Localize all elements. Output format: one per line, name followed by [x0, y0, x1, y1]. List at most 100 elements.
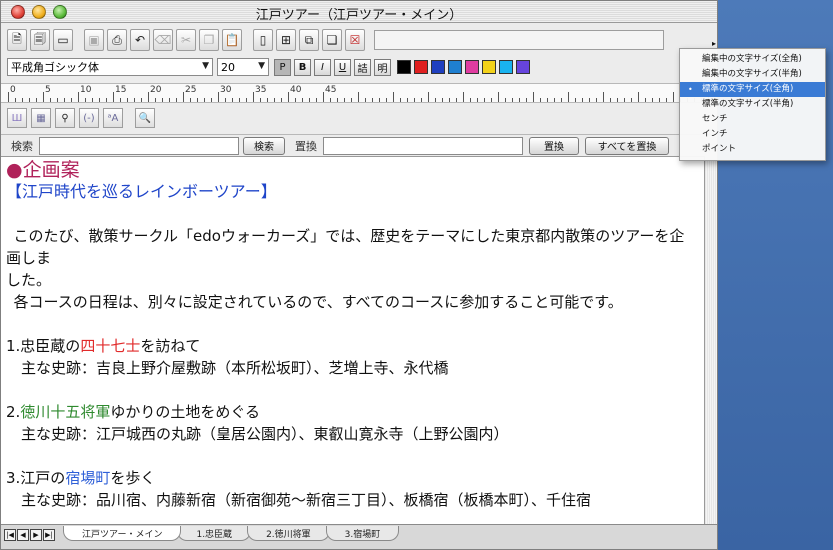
delete-page-icon[interactable]: ☒ — [345, 29, 365, 51]
ruler-tick — [267, 98, 268, 102]
first-page-icon[interactable]: |◀ — [4, 529, 16, 541]
replace-all-button[interactable]: すべてを置換 — [585, 136, 669, 155]
italic-button[interactable]: I — [314, 58, 331, 76]
insert-page-icon[interactable]: ⊞ — [276, 29, 296, 51]
ruler-tick — [456, 98, 457, 102]
ruler-tick — [477, 98, 478, 102]
search-input[interactable] — [39, 136, 239, 155]
font-size-select[interactable]: 20 ▼ — [217, 58, 269, 76]
ruler-tick — [92, 98, 93, 102]
title-bar[interactable]: 江戸ツアー（江戸ツアー・メイン） — [1, 1, 717, 23]
ruler-tick — [407, 98, 408, 102]
next-page-icon[interactable]: ▶ — [30, 529, 42, 541]
color-swatch-7[interactable] — [499, 60, 513, 74]
course-3-title: 3.江戸の宿場町を歩く — [6, 467, 699, 489]
blank-page-icon[interactable]: ▯ — [253, 29, 273, 51]
page-tab-3[interactable]: 2.徳川将軍 — [247, 526, 330, 541]
ruler-mark-label: 25 — [185, 85, 197, 95]
ruler-tick — [197, 98, 198, 102]
ruler-mark-label: 45 — [325, 85, 337, 95]
save-disk-icon[interactable]: ▣ — [84, 29, 104, 51]
open-folder-icon[interactable]: ▭ — [53, 29, 73, 51]
mincho-font-button[interactable]: 明 — [374, 58, 391, 76]
color-swatch-6[interactable] — [482, 60, 496, 74]
ruler-tick — [449, 98, 450, 102]
new-document-icon[interactable]: 🗎 — [7, 29, 27, 51]
ruler-tick — [645, 98, 646, 102]
duplicate-page-icon[interactable]: ⧉ — [299, 29, 319, 51]
blank-line: ​ — [6, 379, 699, 401]
ruler-tick — [99, 98, 100, 102]
calculator-icon[interactable]: ▦ — [31, 108, 51, 128]
ruler-tick — [246, 98, 247, 102]
paste-icon[interactable]: 📋 — [222, 29, 242, 51]
course-2-highlight: 徳川十五将軍 — [20, 403, 111, 421]
character-spacing-button[interactable]: 詰 — [354, 58, 371, 76]
color-swatch-3[interactable] — [431, 60, 445, 74]
eraser-icon[interactable]: ⌫ — [153, 29, 173, 51]
bold-button[interactable]: B — [294, 58, 311, 76]
course-2-sites: 主な史跡：江戸城西の丸跡（皇居公園内）、東叡山寛永寺（上野公園内） — [6, 423, 699, 445]
menu-item-4[interactable]: 標準の文字サイズ(半角) — [680, 97, 825, 112]
document-window: 江戸ツアー（江戸ツアー・メイン） 🗎 🗐 ▭ ▣ ⎙ ↶ ⌫ ✂ ❐ 📋 ▯ ⊞… — [0, 0, 718, 550]
ruler-tick — [414, 98, 415, 102]
page-tab-4[interactable]: 3.宿場町 — [325, 526, 400, 541]
copy-page-icon[interactable]: ❏ — [322, 29, 342, 51]
search-button[interactable]: 検索 — [243, 136, 285, 155]
ruler-tick — [358, 92, 359, 102]
cut-icon[interactable]: ✂ — [176, 29, 196, 51]
ruler-tick — [554, 98, 555, 102]
menu-item-1[interactable]: 編集中の文字サイズ(全角) — [680, 52, 825, 67]
ruler[interactable]: 0 5 10 15 20 25 30 35 40 45 — [1, 83, 717, 103]
font-name-select[interactable]: 平成角ゴシック体 ▼ — [7, 58, 213, 76]
ruler-tick — [253, 92, 254, 102]
menu-item-6[interactable]: インチ — [680, 127, 825, 142]
ruler-tick — [575, 98, 576, 102]
last-page-icon[interactable]: ▶| — [43, 529, 55, 541]
plain-style-button[interactable]: P — [274, 58, 291, 76]
replace-input[interactable] — [323, 136, 523, 155]
page-tab-2[interactable]: 1.忠臣蔵 — [177, 526, 252, 541]
color-swatch-1[interactable] — [397, 60, 411, 74]
ruler-tick — [470, 98, 471, 102]
ruler-tick — [295, 98, 296, 102]
undo-icon[interactable]: ↶ — [130, 29, 150, 51]
preview-magnifier-icon[interactable]: 🔍 — [135, 108, 155, 128]
menu-item-5[interactable]: センチ — [680, 112, 825, 127]
window-title: 江戸ツアー（江戸ツアー・メイン） — [255, 8, 463, 23]
stamp-icon[interactable]: ⚲ — [55, 108, 75, 128]
ruby-icon[interactable]: (-) — [79, 108, 99, 128]
new-page-icon[interactable]: 🗐 — [30, 29, 50, 51]
ruler-tick — [323, 92, 324, 102]
replace-button[interactable]: 置換 — [529, 136, 579, 155]
ruler-tick — [379, 98, 380, 102]
tool-palette: Ш ▦ ⚲ (-) ᵃA 🔍 — [1, 106, 717, 130]
underline-button[interactable]: U — [334, 58, 351, 76]
intro-paragraph-continued: した。 — [6, 271, 52, 289]
document-heading: ●企画案 — [6, 159, 80, 181]
color-swatch-8[interactable] — [516, 60, 530, 74]
previous-page-icon[interactable]: ◀ — [17, 529, 29, 541]
menu-item-7[interactable]: ポイント — [680, 142, 825, 157]
color-swatch-5[interactable] — [465, 60, 479, 74]
ruler-tick — [274, 98, 275, 102]
print-icon[interactable]: ⎙ — [107, 29, 127, 51]
ruler-tick — [533, 92, 534, 102]
menu-item-2[interactable]: 編集中の文字サイズ(半角) — [680, 67, 825, 82]
course-2-sites-text: 主な史跡：江戸城西の丸跡（皇居公園内）、東叡山寛永寺（上野公園内） — [21, 425, 509, 443]
ruler-tick — [603, 92, 604, 102]
menu-item-3[interactable]: • 標準の文字サイズ(全角) — [680, 82, 825, 97]
ruler-units-popup-arrow[interactable]: ▸ — [712, 39, 716, 48]
color-swatch-4[interactable] — [448, 60, 462, 74]
ruler-mark-label: 15 — [115, 85, 127, 95]
course-1-title: 1.忠臣蔵の四十七士を訪ねて — [6, 335, 699, 357]
course-2-title: 2.徳川十五将軍ゆかりの土地をめぐる — [6, 401, 699, 423]
document-text-area[interactable]: ●企画案 【江戸時代を巡るレインボーツアー】 ​ このたび、散策サークル「edo… — [1, 156, 704, 524]
color-swatch-2[interactable] — [414, 60, 428, 74]
ruler-tick — [120, 98, 121, 102]
page-tab-1[interactable]: 江戸ツアー・メイン — [63, 526, 182, 541]
vertical-scrollbar[interactable] — [704, 156, 717, 524]
copy-icon[interactable]: ❐ — [199, 29, 219, 51]
text-case-icon[interactable]: ᵃA — [103, 108, 123, 128]
vertical-text-icon[interactable]: Ш — [7, 108, 27, 128]
